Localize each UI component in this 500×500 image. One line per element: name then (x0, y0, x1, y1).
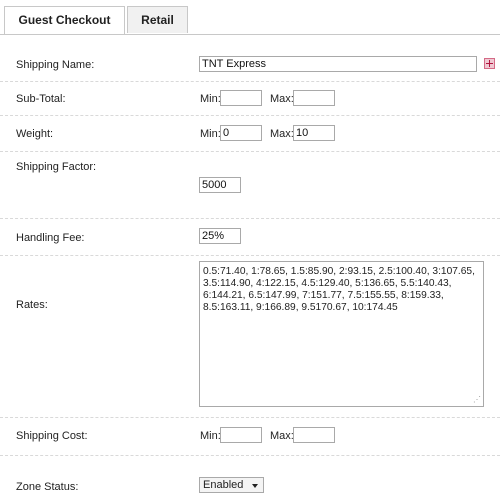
subtotal-max-label: Max: (270, 93, 294, 105)
shipping-cost-max-label: Max: (270, 430, 294, 442)
subtotal-max-input[interactable] (293, 90, 335, 106)
handling-fee-label: Handling Fee: (16, 232, 85, 244)
subtotal-min-input[interactable] (220, 90, 262, 106)
weight-min-label: Min: (200, 128, 221, 140)
tab-divider (0, 34, 500, 35)
rates-value: 0.5:71.40, 1:78.65, 1.5:85.90, 2:93.15, … (203, 266, 475, 313)
row-weight: Weight: Min: Max: (0, 115, 500, 152)
subtotal-label: Sub-Total: (16, 93, 66, 105)
chevron-down-icon (252, 484, 258, 488)
zone-status-select[interactable]: Enabled (199, 477, 264, 493)
resize-grip-icon[interactable]: ⋰ (473, 396, 481, 404)
shipping-name-label: Shipping Name: (16, 59, 95, 71)
weight-label: Weight: (16, 128, 54, 140)
row-shipping-factor: Shipping Factor: (0, 151, 500, 219)
plus-icon[interactable] (484, 58, 495, 69)
weight-max-input[interactable] (293, 125, 335, 141)
shipping-cost-label: Shipping Cost: (16, 430, 88, 442)
tab-guest-checkout[interactable]: Guest Checkout (4, 6, 125, 35)
weight-max-label: Max: (270, 128, 294, 140)
rates-label: Rates: (16, 299, 48, 311)
tab-retail[interactable]: Retail (127, 6, 188, 33)
handling-fee-input[interactable] (199, 228, 241, 244)
subtotal-min-label: Min: (200, 93, 221, 105)
weight-min-input[interactable] (220, 125, 262, 141)
rates-textarea[interactable]: 0.5:71.40, 1:78.65, 1.5:85.90, 2:93.15, … (199, 261, 484, 407)
row-handling-fee: Handling Fee: (0, 218, 500, 256)
shipping-cost-max-input[interactable] (293, 427, 335, 443)
row-subtotal: Sub-Total: Min: Max: (0, 81, 500, 116)
shipping-cost-min-input[interactable] (220, 427, 262, 443)
zone-status-value: Enabled (203, 479, 244, 491)
shipping-cost-min-label: Min: (200, 430, 221, 442)
zone-status-label: Zone Status: (16, 481, 79, 493)
shipping-name-input[interactable] (199, 56, 477, 72)
shipping-factor-label: Shipping Factor: (16, 161, 97, 173)
shipping-factor-input[interactable] (199, 177, 241, 193)
row-shipping-name: Shipping Name: (0, 50, 500, 82)
row-shipping-cost: Shipping Cost: Min: Max: (0, 417, 500, 456)
